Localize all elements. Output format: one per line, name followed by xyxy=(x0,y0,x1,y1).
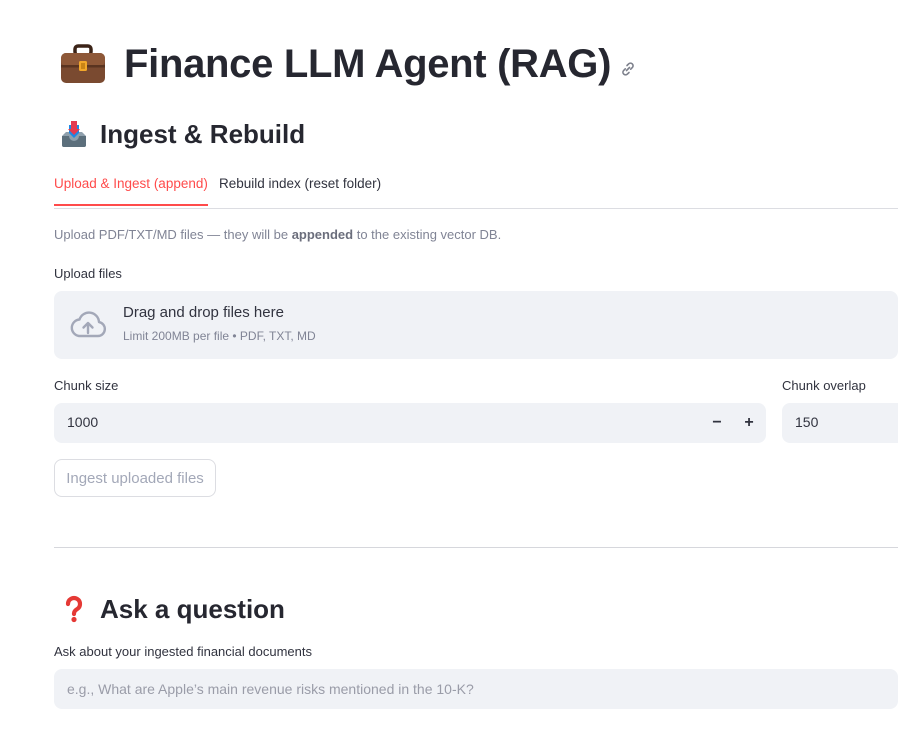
page-title-row: Finance LLM Agent (RAG) xyxy=(60,38,637,90)
link-icon[interactable] xyxy=(619,60,637,78)
ask-heading: Ask a question xyxy=(100,593,285,624)
ask-section-heading: Ask a question xyxy=(60,593,285,625)
chunk-size-input[interactable]: 1000 − + xyxy=(54,403,766,443)
briefcase-icon xyxy=(61,44,105,83)
question-input[interactable] xyxy=(54,669,898,709)
section-divider xyxy=(54,547,898,548)
cloud-upload-icon xyxy=(70,311,107,338)
chunk-size-decrement-button[interactable]: − xyxy=(705,411,729,435)
upload-files-label: Upload files xyxy=(54,266,122,281)
caption-bold: appended xyxy=(291,227,354,242)
file-dropzone[interactable]: Drag and drop files here Limit 200MB per… xyxy=(54,291,898,359)
ingest-section-heading: Ingest & Rebuild xyxy=(60,118,305,150)
chunk-size-value[interactable]: 1000 xyxy=(67,414,98,430)
ingest-uploaded-files-button[interactable]: Ingest uploaded files xyxy=(54,459,216,497)
chunk-size-label: Chunk size xyxy=(54,378,119,393)
question-input-label: Ask about your ingested financial docume… xyxy=(54,644,312,659)
page-title: Finance LLM Agent (RAG) xyxy=(124,41,612,86)
question-mark-icon xyxy=(65,595,83,623)
chunk-overlap-label: Chunk overlap xyxy=(782,378,866,393)
caption-prefix: Upload PDF/TXT/MD files — they will be xyxy=(54,227,292,242)
caption-suffix: to the existing vector DB. xyxy=(353,227,502,242)
tab-upload-ingest[interactable]: Upload & Ingest (append) xyxy=(54,176,208,206)
dropzone-title: Drag and drop files here xyxy=(123,304,284,321)
ingest-heading: Ingest & Rebuild xyxy=(100,118,306,149)
ingest-tabs: Upload & Ingest (append) Rebuild index (… xyxy=(54,170,898,209)
chunk-overlap-value[interactable]: 150 xyxy=(795,414,818,430)
chunk-size-increment-button[interactable]: + xyxy=(737,411,761,435)
inbox-tray-icon xyxy=(62,121,86,147)
dropzone-subtitle: Limit 200MB per file • PDF, TXT, MD xyxy=(123,329,316,343)
tab-rebuild-index[interactable]: Rebuild index (reset folder) xyxy=(219,176,381,191)
chunk-overlap-input[interactable]: 150 xyxy=(782,403,898,443)
upload-caption: Upload PDF/TXT/MD files — they will be a… xyxy=(54,227,501,242)
